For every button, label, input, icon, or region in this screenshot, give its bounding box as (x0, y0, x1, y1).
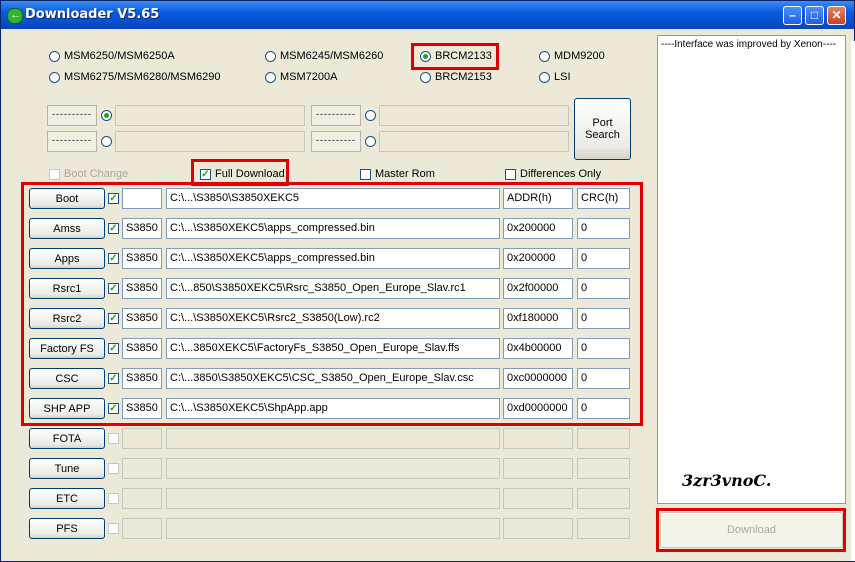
checkbox-icon (49, 168, 60, 180)
row-model (122, 428, 162, 449)
row-path (166, 458, 500, 479)
port-3-button[interactable]: ---------- (311, 105, 361, 126)
port-3-field (379, 105, 569, 126)
row-addr (503, 488, 573, 509)
log-line: ----Interface was improved by Xenon---- (661, 39, 837, 50)
row-model (122, 458, 162, 479)
platform-radio-mdm9200[interactable]: MDM9200 (539, 50, 605, 62)
row-button-etc[interactable]: ETC (29, 488, 105, 509)
row-crc (577, 488, 630, 509)
row-addr (503, 458, 573, 479)
row-crc (577, 428, 630, 449)
port-4-field (379, 131, 569, 152)
row-model (122, 518, 162, 539)
title-bar[interactable]: ← Downloader V5.65 – □ ✕ (1, 1, 854, 29)
port-1-radio-icon[interactable] (101, 110, 112, 121)
radio-circle-icon (539, 50, 550, 62)
checkbox-icon[interactable] (108, 463, 119, 474)
row-addr (503, 518, 573, 539)
checkbox-icon[interactable] (108, 493, 119, 504)
platform-radio-msm6250[interactable]: MSM6250/MSM6250A (49, 50, 175, 62)
port-3-radio-icon[interactable] (365, 110, 376, 121)
right-scrollbar[interactable] (851, 41, 855, 561)
maximize-button[interactable]: □ (805, 6, 824, 25)
master-rom-checkbox[interactable]: Master Rom (360, 168, 435, 180)
checkbox-icon (360, 168, 371, 180)
port-1-field (115, 105, 305, 126)
platform-radio-msm7200a[interactable]: MSM7200A (265, 71, 337, 83)
port-4-radio-icon[interactable] (365, 136, 376, 147)
radio-circle-icon (420, 71, 431, 83)
port-4-button[interactable]: ---------- (311, 131, 361, 152)
port-2-field (115, 131, 305, 152)
platform-radio-lsi[interactable]: LSI (539, 71, 571, 83)
radio-circle-icon (49, 50, 60, 62)
radio-circle-icon (265, 71, 276, 83)
row-addr (503, 428, 573, 449)
highlight-file-rows (21, 182, 643, 426)
checkbox-icon[interactable] (108, 433, 119, 444)
row-path (166, 488, 500, 509)
log-panel: ----Interface was improved by Xenon---- … (657, 35, 846, 504)
row-path (166, 428, 500, 449)
row-button-tune[interactable]: Tune (29, 458, 105, 479)
downloader-window: ← Downloader V5.65 – □ ✕ MSM6250/MSM6250… (0, 0, 855, 562)
checkbox-icon[interactable] (108, 523, 119, 534)
row-path (166, 518, 500, 539)
boot-change-checkbox[interactable]: Boot Change (49, 168, 128, 180)
row-model (122, 488, 162, 509)
row-crc (577, 458, 630, 479)
main-content: MSM6250/MSM6250A MSM6245/MSM6260 BRCM213… (3, 29, 853, 561)
highlight-brcm2133 (411, 43, 499, 70)
port-2-radio-icon[interactable] (101, 136, 112, 147)
port-search-button[interactable]: Port Search (574, 98, 631, 160)
platform-radio-msm6245[interactable]: MSM6245/MSM6260 (265, 50, 383, 62)
window-title: Downloader V5.65 (25, 7, 160, 22)
port-2-button[interactable]: ---------- (47, 131, 97, 152)
close-button[interactable]: ✕ (827, 6, 846, 25)
differences-only-checkbox[interactable]: Differences Only (505, 168, 601, 180)
signature-text: 3zr3vnoC. (682, 471, 772, 490)
row-crc (577, 518, 630, 539)
radio-circle-icon (539, 71, 550, 83)
port-1-button[interactable]: ---------- (47, 105, 97, 126)
row-button-pfs[interactable]: PFS (29, 518, 105, 539)
radio-circle-icon (265, 50, 276, 62)
minimize-button[interactable]: – (783, 6, 802, 25)
app-back-arrow-icon: ← (7, 8, 23, 24)
checkbox-icon (505, 168, 516, 180)
row-button-fota[interactable]: FOTA (29, 428, 105, 449)
highlight-download (656, 508, 846, 552)
platform-radio-brcm2153[interactable]: BRCM2153 (420, 71, 492, 83)
platform-radio-msm6275[interactable]: MSM6275/MSM6280/MSM6290 (49, 71, 221, 83)
radio-circle-icon (49, 71, 60, 83)
